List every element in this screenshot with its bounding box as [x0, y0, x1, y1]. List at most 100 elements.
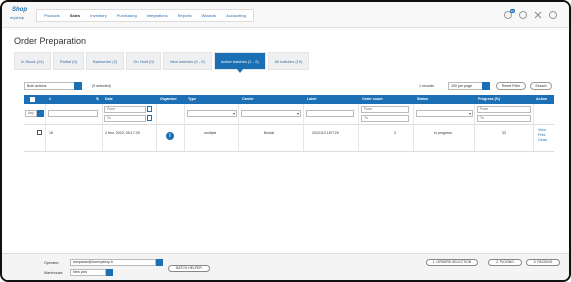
- nav-integrations[interactable]: Integrations: [142, 10, 173, 21]
- help-icon[interactable]: [519, 11, 527, 19]
- col-action: Action: [536, 97, 548, 101]
- warehouse-label: Warehouse:: [44, 271, 64, 275]
- progress-from-input[interactable]: From: [477, 106, 531, 113]
- warehouse-value: New york: [73, 270, 88, 274]
- close-link[interactable]: Close: [538, 138, 547, 142]
- reset-filter-button[interactable]: Reset Filter: [496, 82, 526, 90]
- nav-inventory[interactable]: Inventory: [85, 10, 111, 21]
- tools-icon[interactable]: [534, 11, 542, 19]
- col-order-count[interactable]: Order count: [362, 95, 383, 104]
- date-from-placeholder: From: [107, 107, 115, 111]
- col-date[interactable]: Date: [105, 95, 113, 104]
- tab-new-batches[interactable]: New batches (0 - 0): [162, 52, 212, 70]
- nav-reports[interactable]: Reports: [173, 10, 197, 21]
- operator-label: Operator:: [44, 261, 60, 265]
- any-filter-label: Any: [28, 111, 34, 115]
- status-tabs: In Stock (14) Partial (0) Backorder (2) …: [14, 52, 310, 73]
- warehouse-dropdown-button[interactable]: [106, 269, 113, 276]
- row-date: 2 févr. 2022, 05:17:29: [105, 131, 140, 135]
- col-type[interactable]: Type: [188, 95, 196, 104]
- col-status[interactable]: Status: [417, 95, 428, 104]
- col-label[interactable]: Label: [307, 95, 316, 104]
- table-header: # ⇅ Date Organizer Type Carrier Label Or…: [24, 95, 554, 104]
- per-page-dropdown-button[interactable]: [482, 82, 490, 90]
- user-icon[interactable]: [549, 11, 557, 19]
- top-bar: Shop myshop Products Sales Inventory Pur…: [2, 2, 569, 28]
- main-nav: Products Sales Inventory Purchasing Inte…: [36, 9, 254, 22]
- order-count-from-input[interactable]: From: [361, 106, 409, 113]
- tab-active-batches[interactable]: Active batches (1 - 2): [213, 52, 266, 73]
- table-row[interactable]: 16 2 févr. 2022, 05:17:29 i multiple Box…: [24, 126, 554, 152]
- step-packing-button[interactable]: 3. PACKING: [526, 259, 560, 266]
- date-to-calendar-icon[interactable]: [147, 115, 152, 121]
- progress-to-placeholder: To: [480, 116, 484, 120]
- type-filter-select[interactable]: [187, 110, 237, 117]
- col-sort-icon[interactable]: ⇅: [96, 95, 99, 104]
- operator-value: armparato@lovemyshop.fr: [73, 260, 114, 264]
- progress-from-placeholder: From: [480, 107, 488, 111]
- search-button[interactable]: Search: [530, 82, 552, 90]
- row-status: In progress: [434, 131, 452, 135]
- progress-to-input[interactable]: To: [477, 115, 531, 122]
- notification-badge: 10: [509, 9, 515, 13]
- print-link[interactable]: Print: [538, 133, 545, 137]
- date-from-input[interactable]: From: [104, 106, 146, 113]
- logo-subtext: myshop: [10, 15, 25, 20]
- bulk-actions-select[interactable]: Bulk actions: [24, 82, 82, 90]
- top-icons: 10: [504, 9, 557, 19]
- col-id[interactable]: #: [49, 95, 51, 104]
- tab-in-stock[interactable]: In Stock (14): [14, 52, 51, 70]
- col-progress[interactable]: Progress (%): [478, 95, 500, 104]
- date-to-input[interactable]: To: [104, 115, 146, 122]
- col-organizer[interactable]: Organizer: [160, 95, 177, 104]
- notifications-icon[interactable]: 10: [504, 9, 515, 19]
- operator-select[interactable]: armparato@lovemyshop.fr: [70, 259, 156, 266]
- order-count-to-input[interactable]: To: [361, 115, 409, 122]
- label-filter-input[interactable]: [306, 110, 354, 117]
- carrier-filter-select[interactable]: [241, 110, 301, 117]
- row-order-count: 3: [394, 131, 396, 135]
- tab-all-batches[interactable]: All batches (10): [267, 52, 310, 70]
- row-progress: 33: [502, 131, 506, 135]
- id-filter-input[interactable]: [48, 110, 98, 117]
- info-icon[interactable]: i: [166, 132, 174, 140]
- row-type: multiple: [204, 131, 217, 135]
- nav-sales[interactable]: Sales: [65, 10, 85, 21]
- row-carrier: Boxtal: [264, 131, 274, 135]
- bulk-actions-dropdown-button[interactable]: [74, 82, 82, 90]
- page-title: Order Preparation: [14, 36, 87, 46]
- selected-count: (0 selected): [92, 84, 111, 88]
- tab-backorder[interactable]: Backorder (2): [86, 52, 125, 70]
- status-filter-select[interactable]: [416, 110, 473, 117]
- app-window: Shop myshop Products Sales Inventory Pur…: [0, 0, 571, 282]
- date-to-placeholder: To: [107, 116, 111, 120]
- operator-dropdown-button[interactable]: [156, 259, 163, 266]
- per-page-select[interactable]: 100 per page: [448, 82, 490, 90]
- footer-bar: Operator: armparato@lovemyshop.fr Wareho…: [2, 253, 569, 280]
- batch-helper-button[interactable]: BATCH HELPER: [168, 265, 210, 272]
- tab-on-hold[interactable]: On Hold (0): [126, 52, 161, 70]
- tab-partial[interactable]: Partial (0): [52, 52, 85, 70]
- nav-products[interactable]: Products: [39, 10, 65, 21]
- nav-accounting[interactable]: Accounting: [221, 10, 251, 21]
- row-checkbox[interactable]: [37, 130, 42, 135]
- order-count-to-placeholder: To: [364, 116, 368, 120]
- date-from-calendar-icon[interactable]: [147, 106, 152, 112]
- any-filter-button[interactable]: [37, 110, 44, 117]
- step-picking-button[interactable]: 2. PICKING: [488, 259, 522, 266]
- row-label: 2022110 187729: [312, 131, 339, 135]
- order-count-from-placeholder: From: [364, 107, 372, 111]
- records-count: 1 records: [419, 84, 434, 88]
- select-all-checkbox[interactable]: [30, 97, 35, 102]
- brand-logo[interactable]: Shop myshop: [10, 7, 32, 22]
- warehouse-select[interactable]: New york: [70, 269, 106, 276]
- nav-purchasing[interactable]: Purchasing: [112, 10, 142, 21]
- logo-text: Shop: [12, 7, 27, 13]
- row-id: 16: [49, 131, 53, 135]
- view-link[interactable]: View: [538, 128, 546, 132]
- any-filter-select[interactable]: Any: [25, 110, 37, 117]
- nav-wizards[interactable]: Wizards: [197, 10, 221, 21]
- bulk-actions-label: Bulk actions: [27, 84, 47, 88]
- step-orders-selection-button[interactable]: 1. ORDERS SELECTION: [426, 259, 478, 266]
- col-carrier[interactable]: Carrier: [242, 95, 254, 104]
